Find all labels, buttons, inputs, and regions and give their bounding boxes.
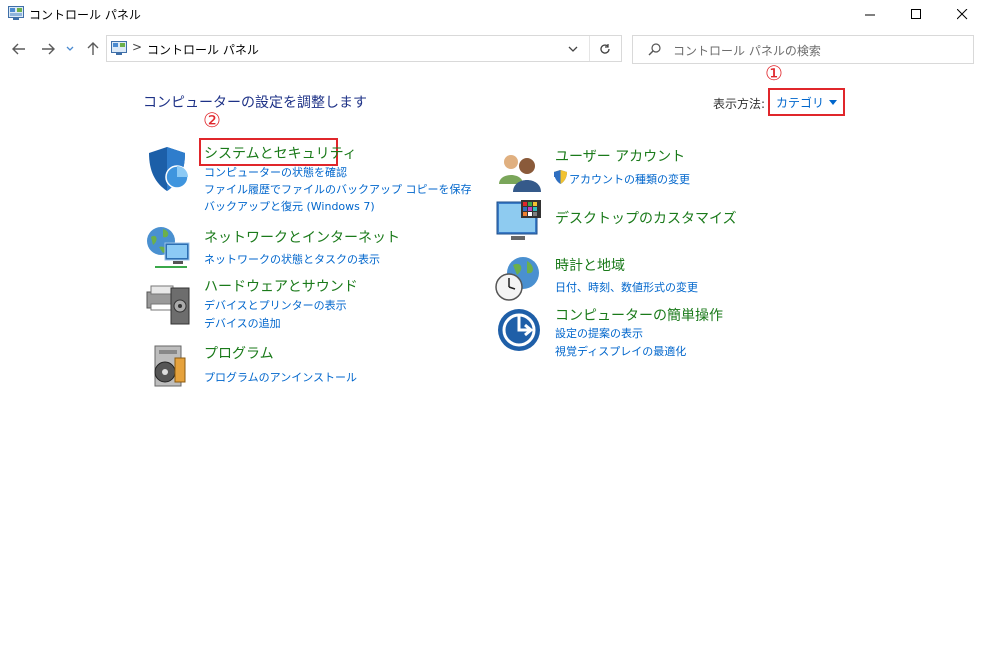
link-backup-restore[interactable]: バックアップと復元 (Windows 7): [204, 198, 375, 214]
refresh-icon: [600, 44, 610, 54]
link-file-history-backup[interactable]: ファイル履歴でファイルのバックアップ コピーを保存: [204, 181, 472, 197]
arrow-right-icon: [42, 43, 55, 55]
category-title-user-accounts[interactable]: ユーザー アカウント: [555, 146, 685, 166]
breadcrumb-control-panel[interactable]: コントロール パネル: [147, 41, 259, 58]
arrow-up-icon: [87, 42, 99, 55]
page-title: コンピューターの設定を調整します: [143, 95, 367, 111]
control-panel-icon: [8, 6, 24, 20]
category-title-network[interactable]: ネットワークとインターネット: [204, 227, 400, 247]
recent-locations-button[interactable]: [63, 38, 77, 60]
chevron-down-icon: [568, 46, 578, 52]
maximize-icon: [910, 8, 921, 19]
forward-button[interactable]: [38, 38, 58, 60]
category-title-appearance[interactable]: デスクトップのカスタマイズ: [555, 208, 737, 228]
category-title-programs[interactable]: プログラム: [204, 343, 274, 363]
link-change-account-type[interactable]: アカウントの種類の変更: [569, 171, 690, 187]
up-button[interactable]: [83, 38, 103, 60]
refresh-button[interactable]: [595, 40, 615, 58]
link-date-time-format[interactable]: 日付、時刻、数値形式の変更: [555, 279, 698, 295]
maximize-button[interactable]: [893, 0, 939, 28]
link-recommend-settings[interactable]: 設定の提案の表示: [555, 325, 643, 341]
programs-icon: [154, 345, 186, 387]
link-network-status[interactable]: ネットワークの状態とタスクの表示: [204, 251, 380, 267]
link-add-device[interactable]: デバイスの追加: [204, 315, 281, 331]
back-button[interactable]: [9, 38, 29, 60]
network-globe-icon: [147, 227, 190, 268]
address-dropdown-button[interactable]: [565, 42, 581, 56]
printer-icon: [146, 285, 190, 325]
uac-shield-icon: [554, 170, 567, 184]
divider: [589, 36, 590, 61]
caret-down-icon: [829, 99, 837, 105]
close-button[interactable]: [939, 0, 985, 28]
title-bar: コントロール パネル: [0, 0, 985, 28]
address-bar[interactable]: > コントロール パネル: [106, 35, 622, 62]
view-by-label: 表示方法:: [713, 97, 766, 111]
link-uninstall-program[interactable]: プログラムのアンインストール: [204, 369, 357, 385]
search-input[interactable]: コントロール パネルの検索: [673, 42, 821, 59]
close-icon: [956, 8, 967, 19]
link-devices-printers[interactable]: デバイスとプリンターの表示: [204, 297, 347, 313]
search-icon: [648, 43, 661, 56]
clock-globe-icon: [495, 257, 539, 301]
category-title-hardware[interactable]: ハードウェアとサウンド: [204, 276, 358, 296]
link-check-computer-status[interactable]: コンピューターの状態を確認: [204, 164, 347, 180]
view-by-dropdown[interactable]: カテゴリ: [768, 88, 845, 116]
shield-icon: [149, 147, 189, 191]
user-accounts-icon: [499, 155, 541, 192]
search-box[interactable]: コントロール パネルの検索: [632, 35, 974, 64]
category-title-system-security[interactable]: システムとセキュリティ: [204, 143, 357, 163]
breadcrumb-separator: >: [132, 40, 143, 54]
minimize-icon: [864, 14, 875, 15]
arrow-left-icon: [12, 43, 25, 55]
control-panel-icon: [111, 41, 127, 55]
category-title-ease-of-access[interactable]: コンピューターの簡単操作: [555, 305, 723, 325]
annotation-two: ②: [203, 108, 221, 132]
annotation-one: ①: [765, 61, 783, 85]
minimize-button[interactable]: [847, 0, 893, 28]
category-title-clock-region[interactable]: 時計と地域: [555, 255, 625, 275]
ease-of-access-icon: [498, 309, 540, 351]
desktop-customize-icon: [496, 200, 541, 240]
window-title: コントロール パネル: [29, 8, 141, 22]
chevron-down-icon: [66, 46, 74, 51]
link-optimize-display[interactable]: 視覚ディスプレイの最適化: [555, 343, 686, 359]
view-by-value: カテゴリ: [775, 95, 824, 110]
